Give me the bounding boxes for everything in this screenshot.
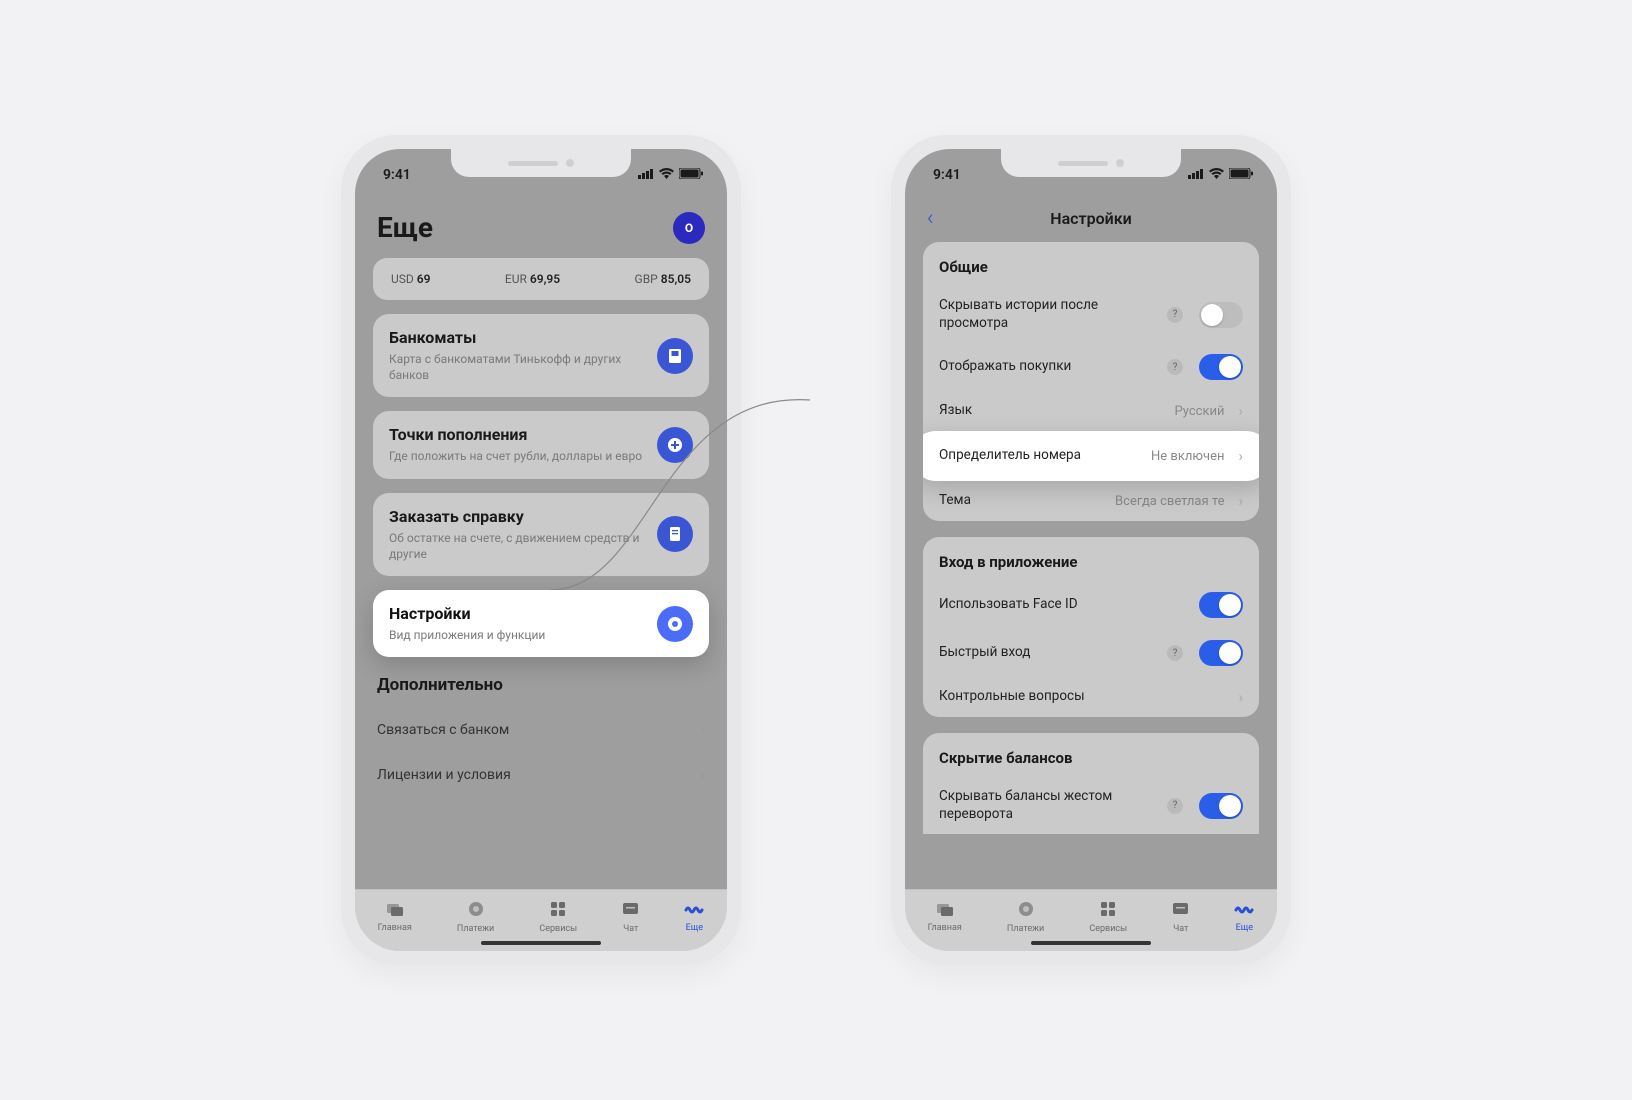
services-icon [1100, 901, 1116, 921]
notch [451, 149, 631, 177]
card-order-statement[interactable]: Заказать справку Об остатке на счете, с … [373, 493, 709, 576]
help-icon[interactable]: ? [1167, 645, 1183, 661]
card-topup-points[interactable]: Точки пополнения Где положить на счет ру… [373, 411, 709, 478]
signal-icon [1188, 167, 1204, 183]
settings-group-general: Общие Скрывать истории после просмотра ?… [923, 242, 1259, 521]
wifi-icon [1209, 167, 1224, 183]
card-atms[interactable]: Банкоматы Карта с банкоматами Тинькофф и… [373, 314, 709, 397]
status-time: 9:41 [383, 167, 411, 183]
services-icon [550, 901, 566, 921]
toggle-hide-balances[interactable] [1199, 793, 1243, 819]
left-phone: 9:41 Еще О [341, 135, 741, 965]
row-hide-stories[interactable]: Скрывать истории после просмотра ? [923, 286, 1259, 343]
settings-group-login: Вход в приложение Использовать Face ID Б… [923, 537, 1259, 717]
toggle-show-purchases[interactable] [1199, 354, 1243, 380]
nav-more[interactable]: Еще [684, 903, 704, 933]
home-indicator [1031, 941, 1151, 945]
rate-eur: EUR 69,95 [505, 272, 560, 286]
battery-icon [679, 167, 703, 183]
chevron-right-icon: › [1238, 492, 1243, 510]
toggle-quick-login[interactable] [1199, 640, 1243, 666]
row-language[interactable]: Язык Русский › [923, 391, 1259, 431]
page-title: Еще [377, 211, 433, 244]
help-icon[interactable]: ? [1167, 359, 1183, 375]
card-settings[interactable]: Настройки Вид приложения и функции [373, 590, 709, 657]
chevron-right-icon: › [700, 720, 705, 739]
row-contact-bank[interactable]: Связаться с банком › [373, 707, 709, 752]
nav-chat[interactable]: Чат [1172, 902, 1189, 934]
nav-payments[interactable]: Платежи [457, 901, 494, 934]
battery-icon [1229, 167, 1253, 183]
section-additional: Дополнительно [377, 675, 705, 695]
payments-icon [468, 901, 484, 921]
status-time: 9:41 [933, 167, 961, 183]
nav-home[interactable]: Главная [378, 902, 412, 933]
atm-icon [657, 338, 693, 374]
gear-icon [657, 606, 693, 642]
row-show-purchases[interactable]: Отображать покупки ? [923, 343, 1259, 391]
document-icon [657, 516, 693, 552]
chevron-right-icon: › [1238, 447, 1243, 465]
rate-usd: USD 69 [391, 272, 430, 286]
row-hide-balances-flip[interactable]: Скрывать балансы жестом переворота ? [923, 777, 1259, 834]
notch [1001, 149, 1181, 177]
currency-rates-card[interactable]: USD 69 EUR 69,95 GBP 85,05 [373, 258, 709, 300]
home-indicator [481, 941, 601, 945]
row-face-id[interactable]: Использовать Face ID [923, 581, 1259, 629]
row-theme[interactable]: Тема Всегда светлая те › [923, 481, 1259, 521]
more-icon [684, 903, 704, 920]
row-security-questions[interactable]: Контрольные вопросы › [923, 677, 1259, 717]
help-icon[interactable]: ? [1167, 798, 1183, 814]
payments-icon [1018, 901, 1034, 921]
more-icon [1234, 903, 1254, 920]
signal-icon [638, 167, 654, 183]
nav-chat[interactable]: Чат [622, 902, 639, 934]
nav-payments[interactable]: Платежи [1007, 901, 1044, 934]
row-licenses[interactable]: Лицензии и условия › [373, 752, 709, 797]
plus-icon [657, 427, 693, 463]
avatar[interactable]: О [673, 212, 705, 244]
back-button[interactable]: ‹ [927, 206, 934, 231]
nav-services[interactable]: Сервисы [1089, 901, 1127, 934]
toggle-face-id[interactable] [1199, 592, 1243, 618]
chevron-right-icon: › [1238, 688, 1243, 706]
help-icon[interactable]: ? [1167, 307, 1183, 323]
home-icon [936, 902, 954, 920]
chat-icon [1172, 902, 1189, 921]
settings-title: Настройки [1050, 209, 1132, 228]
row-quick-login[interactable]: Быстрый вход ? [923, 629, 1259, 677]
settings-group-balances: Скрытие балансов Скрывать балансы жестом… [923, 733, 1259, 834]
right-phone: 9:41 ‹ Настройки [891, 135, 1291, 965]
chevron-right-icon: › [1238, 402, 1243, 420]
chevron-right-icon: › [700, 765, 705, 784]
chat-icon [622, 902, 639, 921]
toggle-hide-stories[interactable] [1199, 302, 1243, 328]
wifi-icon [659, 167, 674, 183]
nav-more[interactable]: Еще [1234, 903, 1254, 933]
rate-gbp: GBP 85,05 [635, 272, 691, 286]
nav-home[interactable]: Главная [928, 902, 962, 933]
home-icon [386, 902, 404, 920]
row-caller-id[interactable]: Определитель номера Не включен › [923, 431, 1259, 481]
nav-services[interactable]: Сервисы [539, 901, 577, 934]
